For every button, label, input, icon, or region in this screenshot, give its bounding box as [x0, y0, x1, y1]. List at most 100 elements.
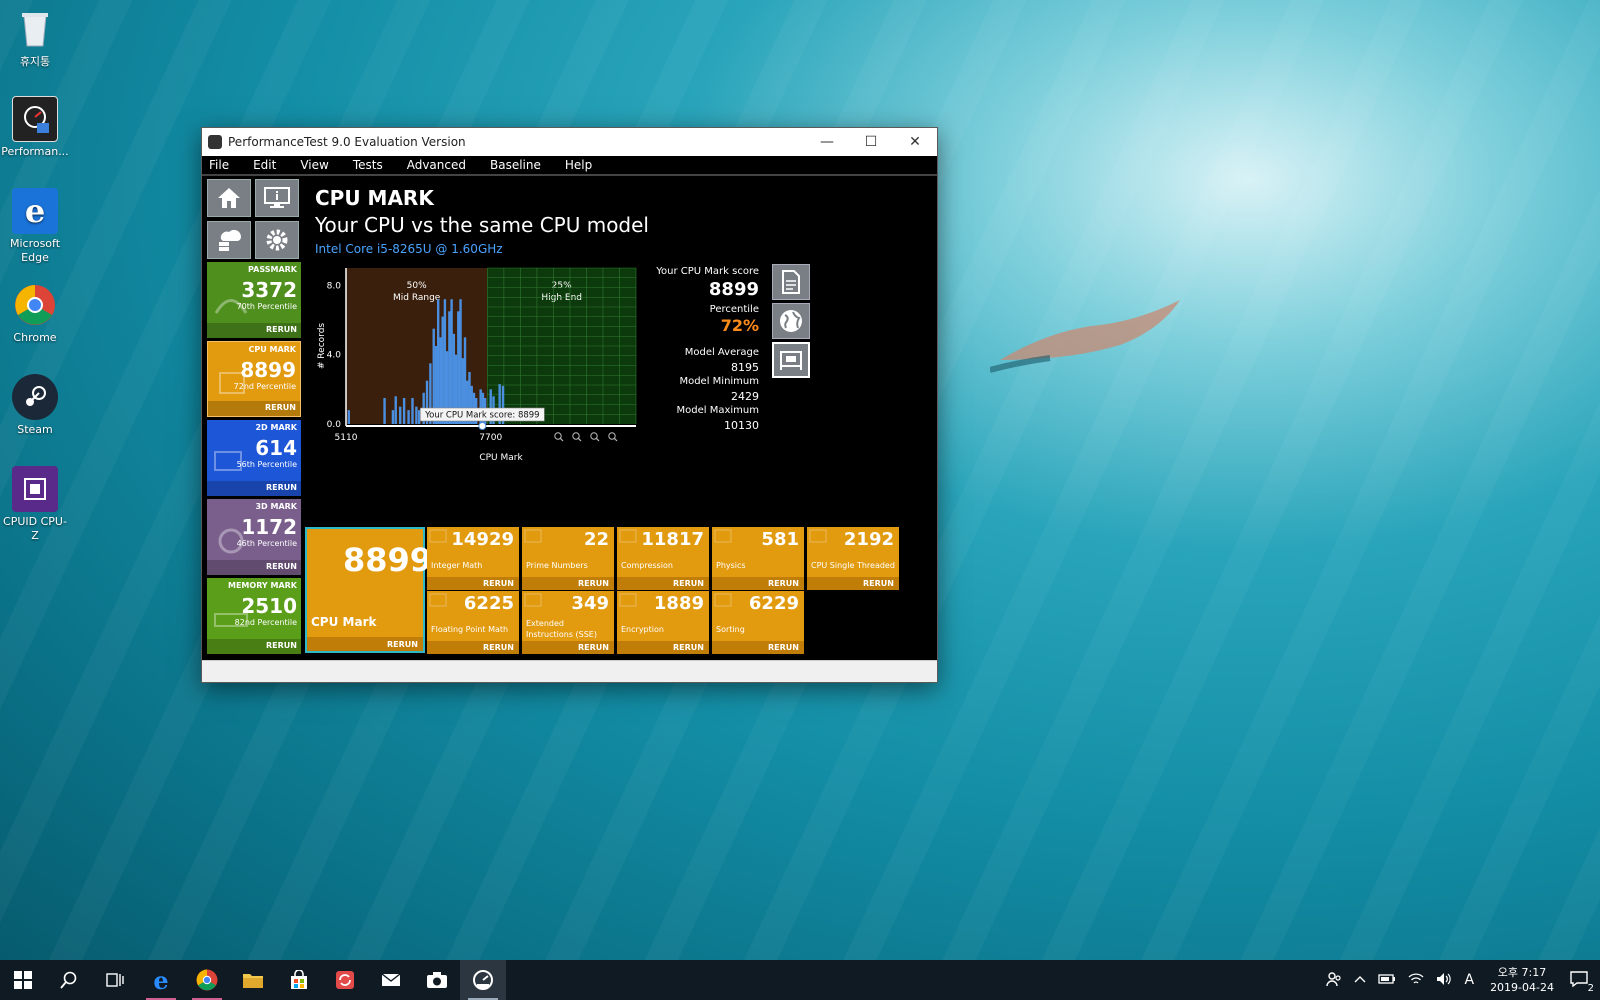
sidebar-tile-cpu-mark[interactable]: CPU MARK 8899 72nd Percentile RERUN: [207, 341, 301, 417]
result-tile-floating-point-math[interactable]: 6225 Floating Point Math RERUN: [427, 591, 519, 654]
input-method-indicator[interactable]: A: [1464, 972, 1474, 988]
sidebar-tile-memory-mark[interactable]: MEMORY MARK 2510 82nd Percentile RERUN: [207, 578, 301, 654]
rerun-button[interactable]: RERUN: [578, 579, 609, 588]
result-tile-sorting[interactable]: 6229 Sorting RERUN: [712, 591, 804, 654]
maximize-button[interactable]: ☐: [849, 128, 893, 156]
result-name: Extended Instructions (SSE): [526, 619, 597, 639]
home-icon: [218, 188, 240, 208]
rerun-button[interactable]: RERUN: [483, 579, 514, 588]
taskbar-edge[interactable]: e: [138, 960, 184, 1000]
desktop-icon-cpuz[interactable]: CPUID CPU-Z: [0, 466, 70, 543]
rerun-button[interactable]: RERUN: [673, 579, 704, 588]
rerun-button[interactable]: RERUN: [265, 403, 296, 412]
result-tile-cpu-mark[interactable]: 8899 CPU Mark RERUN: [305, 527, 432, 653]
cpu-distribution-chart[interactable]: 50% Mid Range 25% High End 0.0 4.0 8.0 5110 7700…: [310, 262, 650, 472]
status-bar: [202, 660, 937, 682]
system-info-button[interactable]: [255, 179, 299, 217]
world-comparison-button[interactable]: [772, 303, 810, 339]
menu-view[interactable]: View: [293, 158, 335, 172]
model-maximum-value: 10130: [724, 419, 759, 432]
rerun-button[interactable]: RERUN: [266, 641, 297, 650]
rerun-button[interactable]: RERUN: [387, 640, 418, 649]
tile-art-icon: [714, 593, 732, 607]
rerun-button[interactable]: RERUN: [768, 579, 799, 588]
taskbar-sync-app[interactable]: [322, 960, 368, 1000]
hardware-compare-button[interactable]: [772, 342, 810, 378]
chart-zoom-out-icon-handle: [559, 437, 564, 442]
window-titlebar[interactable]: PerformanceTest 9.0 Evaluation Version —…: [202, 128, 937, 156]
export-document-button[interactable]: [772, 264, 810, 300]
chart-zoom-reset-icon[interactable]: [608, 432, 616, 440]
rerun-button[interactable]: RERUN: [483, 643, 514, 652]
volume-icon[interactable]: [1436, 972, 1452, 989]
rerun-button[interactable]: RERUN: [578, 643, 609, 652]
tile-score: 8899: [240, 358, 296, 382]
notification-center-button[interactable]: 2: [1570, 970, 1594, 994]
cpu-model-link[interactable]: Intel Core i5-8265U @ 1.60GHz: [315, 242, 503, 256]
rerun-button[interactable]: RERUN: [768, 643, 799, 652]
chart-zoom-out-icon[interactable]: [554, 432, 562, 440]
taskbar-performancetest[interactable]: [460, 960, 506, 1000]
rerun-button[interactable]: RERUN: [266, 562, 297, 571]
desktop-icon-steam[interactable]: Steam: [0, 374, 70, 437]
rerun-button[interactable]: RERUN: [266, 325, 297, 334]
result-tile-compression[interactable]: 11817 Compression RERUN: [617, 527, 709, 590]
chart-bar: [407, 410, 410, 424]
chart-zoom-reset-icon-handle: [613, 437, 618, 442]
taskbar-file-explorer[interactable]: [230, 960, 276, 1000]
chart-zoom-fit-icon[interactable]: [590, 432, 598, 440]
people-icon[interactable]: [1326, 971, 1342, 990]
chevron-up-icon[interactable]: [1354, 973, 1366, 987]
sidebar-tile-2d-mark[interactable]: 2D MARK 614 56th Percentile RERUN: [207, 420, 301, 496]
rerun-button[interactable]: RERUN: [673, 643, 704, 652]
sidebar-tile-passmark[interactable]: PASSMARK 3372 70th Percentile RERUN: [207, 262, 301, 338]
result-tile-integer-math[interactable]: 14929 Integer Math RERUN: [427, 527, 519, 590]
menu-help[interactable]: Help: [558, 158, 599, 172]
tile-label: CPU MARK: [248, 345, 296, 354]
taskbar-mail[interactable]: [368, 960, 414, 1000]
sidebar-tile-3d-mark[interactable]: 3D MARK 1172 46th Percentile RERUN: [207, 499, 301, 575]
tile-score: 1172: [241, 515, 297, 539]
app-icon: [208, 135, 222, 149]
taskbar-camera[interactable]: [414, 960, 460, 1000]
chart-bar: [391, 410, 395, 424]
desktop-icon-performancetest[interactable]: Performan...: [0, 96, 70, 159]
menu-edit[interactable]: Edit: [246, 158, 283, 172]
performancetest-window: PerformanceTest 9.0 Evaluation Version —…: [201, 127, 938, 683]
wallpaper-diver: [990, 300, 1180, 373]
rerun-button[interactable]: RERUN: [863, 579, 894, 588]
desktop-icon-label: Performan...: [1, 145, 69, 158]
tile-percentile: 72nd Percentile: [233, 382, 296, 391]
menu-advanced[interactable]: Advanced: [400, 158, 473, 172]
result-tile-cpu-single-threaded[interactable]: 2192 CPU Single Threaded RERUN: [807, 527, 899, 590]
close-button[interactable]: ✕: [893, 128, 937, 156]
menu-file[interactable]: File: [202, 158, 236, 172]
chart-y-tick: 4.0: [327, 351, 342, 361]
wifi-icon[interactable]: [1408, 972, 1424, 989]
result-tile-physics[interactable]: 581 Physics RERUN: [712, 527, 804, 590]
tile-label: MEMORY MARK: [228, 581, 297, 590]
globe-icon: [780, 310, 802, 332]
clock[interactable]: 오후 7:17 2019-04-24: [1490, 965, 1554, 995]
menu-tests[interactable]: Tests: [346, 158, 390, 172]
cloud-baseline-button[interactable]: [207, 221, 251, 259]
desktop-icon-chrome[interactable]: Chrome: [0, 282, 70, 345]
menu-baseline[interactable]: Baseline: [483, 158, 548, 172]
desktop-icon-recycle-bin[interactable]: 휴지통: [0, 6, 70, 69]
chart-zoom-in-icon[interactable]: [572, 432, 580, 440]
start-button[interactable]: [0, 960, 46, 1000]
taskbar-chrome[interactable]: [184, 960, 230, 1000]
home-button[interactable]: [207, 179, 251, 217]
taskbar-store[interactable]: [276, 960, 322, 1000]
search-button[interactable]: [46, 960, 92, 1000]
task-view-button[interactable]: [92, 960, 138, 1000]
result-tile-encryption[interactable]: 1889 Encryption RERUN: [617, 591, 709, 654]
battery-icon[interactable]: [1378, 973, 1396, 988]
result-tile-prime-numbers[interactable]: 22 Prime Numbers RERUN: [522, 527, 614, 590]
minimize-button[interactable]: —: [805, 128, 849, 156]
result-tile-extended-instructions[interactable]: 349 Extended Instructions (SSE) RERUN: [522, 591, 614, 654]
settings-button[interactable]: [255, 221, 299, 259]
desktop-icon-edge[interactable]: e Microsoft Edge: [0, 188, 70, 265]
rerun-button[interactable]: RERUN: [266, 483, 297, 492]
desktop-icon-label: Steam: [17, 423, 53, 436]
